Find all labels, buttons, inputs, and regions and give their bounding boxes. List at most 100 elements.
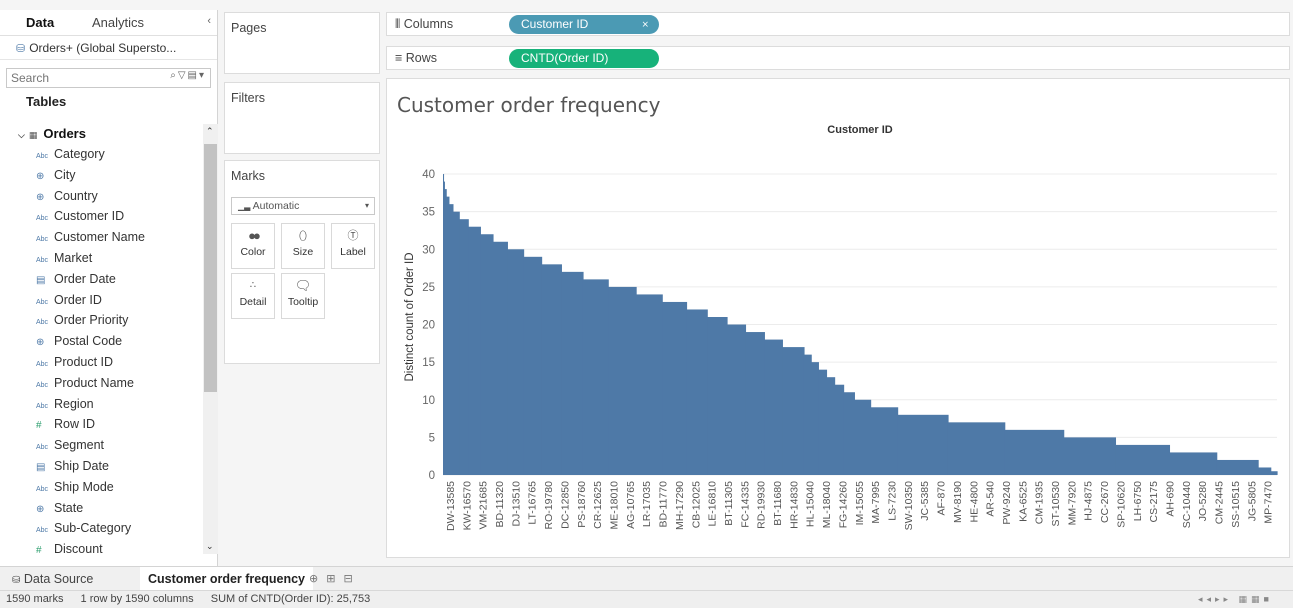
- table-orders[interactable]: ⌵ ▦ Orders: [0, 124, 203, 144]
- filters-shelf[interactable]: Filters: [224, 82, 380, 154]
- y-tick-label: 40: [422, 169, 435, 181]
- filter-icon[interactable]: ▽: [178, 70, 188, 81]
- calendar-icon: ▤: [36, 461, 46, 473]
- field-item[interactable]: Abc Customer Name: [0, 227, 203, 248]
- tooltip-button[interactable]: 🗨 Tooltip: [281, 273, 325, 319]
- cntd-order-id-pill[interactable]: CNTD(Order ID): [509, 49, 659, 68]
- field-label: Order Priority: [54, 313, 129, 328]
- rows-shelf[interactable]: ≡ Rows CNTD(Order ID): [386, 46, 1290, 70]
- field-list-scrollbar[interactable]: ⌃ ⌄: [203, 124, 218, 554]
- field-item[interactable]: ⊕ City: [0, 165, 203, 186]
- status-dimensions: 1 row by 1590 columns: [80, 593, 194, 605]
- tab-data-source[interactable]: ⛁ Data Source: [4, 567, 101, 591]
- tables-heading: Tables: [26, 94, 67, 109]
- x-tick-label: MV-8190: [952, 481, 964, 523]
- viz-area[interactable]: Customer order frequency Customer ID 0 5 10…: [386, 78, 1290, 558]
- datasource-item[interactable]: ⛁ Orders+ (Global Supersto...: [0, 36, 217, 60]
- mark-type-select[interactable]: ▁▃ Automatic ▾: [231, 197, 375, 215]
- bar-chart[interactable]: Customer ID 0 5 10 15 20 25 30 35 40 Distinct coun…: [387, 79, 1291, 559]
- expand-caret-icon[interactable]: ⌵: [18, 130, 25, 140]
- sort-descending-icon: ⨯: [641, 19, 649, 29]
- field-item[interactable]: ⊕ Country: [0, 186, 203, 207]
- bar: [826, 377, 836, 475]
- tab-data[interactable]: Data: [0, 10, 80, 36]
- field-label: Order Date: [54, 271, 116, 286]
- search-input[interactable]: [11, 71, 151, 85]
- field-item[interactable]: Abc Order Priority: [0, 310, 203, 331]
- field-item[interactable]: ⊕ State: [0, 498, 203, 519]
- tab-customer-order-frequency[interactable]: Customer order frequency: [140, 567, 313, 591]
- detail-label: Detail: [239, 296, 267, 308]
- status-marks: 1590 marks: [6, 593, 64, 605]
- field-item[interactable]: ▤ Ship Date: [0, 456, 203, 477]
- tab-analytics[interactable]: Analytics: [80, 10, 154, 36]
- rows-icon: ≡: [395, 51, 403, 65]
- x-tick-label: RO-19780: [543, 481, 555, 530]
- field-item[interactable]: Abc Region: [0, 394, 203, 415]
- field-item[interactable]: Abc Market: [0, 248, 203, 269]
- bar: [582, 279, 609, 475]
- size-label: Size: [292, 246, 314, 258]
- new-story-icon[interactable]: ⊟: [343, 573, 360, 585]
- x-tick-label: MH-17290: [674, 481, 686, 530]
- chevron-down-icon: ▾: [364, 201, 369, 210]
- field-item[interactable]: ⊕ Postal Code: [0, 331, 203, 352]
- scroll-up-icon[interactable]: ⌃: [206, 126, 214, 137]
- bar: [636, 294, 663, 475]
- x-tick-label: CB-12025: [690, 481, 702, 528]
- bar: [1169, 452, 1218, 475]
- color-label: Color: [240, 246, 266, 258]
- label-label: Label: [340, 246, 366, 258]
- datasource-label: Orders+ (Global Supersto...: [29, 41, 177, 55]
- x-tick-label: ML-18040: [821, 481, 833, 528]
- new-dashboard-icon[interactable]: ⊞: [326, 573, 343, 585]
- bar: [1270, 471, 1278, 475]
- columns-shelf[interactable]: ⫴ Columns Customer ID ⨯: [386, 12, 1290, 36]
- color-dots-icon: ●●: [248, 228, 261, 243]
- field-label: Customer ID: [54, 209, 125, 224]
- x-tick-label: CR-12625: [592, 481, 604, 529]
- label-button[interactable]: Ⓣ Label: [331, 223, 375, 269]
- field-label: Category: [54, 147, 105, 161]
- view-options-icon[interactable]: ▤▾: [188, 70, 206, 81]
- scroll-down-icon[interactable]: ⌄: [206, 541, 214, 552]
- new-worksheet-icon[interactable]: ⊕: [309, 573, 326, 585]
- new-sheet-icons[interactable]: ⊕⊞⊟: [309, 567, 361, 591]
- search-box[interactable]: ⌕▽▤▾: [6, 68, 211, 88]
- y-tick-label: 25: [422, 282, 435, 294]
- bar: [686, 309, 708, 475]
- field-item[interactable]: Abc Category: [0, 144, 203, 165]
- x-tick-label: FG-14260: [837, 481, 849, 528]
- size-button[interactable]: ⬯ Size: [281, 223, 325, 269]
- field-item[interactable]: Abc Order ID: [0, 290, 203, 311]
- rows-text: Rows: [405, 51, 438, 65]
- field-item[interactable]: Abc Product Name: [0, 373, 203, 394]
- field-item[interactable]: Abc Sub-Category: [0, 518, 203, 539]
- field-item[interactable]: # Discount: [0, 539, 203, 554]
- color-button[interactable]: ●● Color: [231, 223, 275, 269]
- customer-id-pill[interactable]: Customer ID ⨯: [509, 15, 659, 34]
- database-icon: ⛁: [12, 575, 21, 586]
- search-tools[interactable]: ⌕▽▤▾: [170, 70, 206, 81]
- view-nav-icons[interactable]: ◂◂▸▸ ▦▦■: [1198, 591, 1273, 608]
- field-item[interactable]: Abc Customer ID: [0, 206, 203, 227]
- x-tick-label: HR-14830: [788, 481, 800, 529]
- scroll-thumb[interactable]: [204, 144, 217, 392]
- search-icon[interactable]: ⌕: [170, 70, 178, 81]
- size-icon: ⬯: [298, 228, 308, 243]
- field-item[interactable]: Abc Product ID: [0, 352, 203, 373]
- x-tick-label: PW-9240: [1001, 481, 1013, 525]
- y-axis-label: Distinct count of Order ID: [404, 252, 416, 381]
- collapse-pane-icon[interactable]: ‹: [207, 15, 211, 27]
- field-item[interactable]: Abc Segment: [0, 435, 203, 456]
- table-name: Orders: [43, 126, 86, 141]
- bar: [870, 407, 899, 475]
- bar: [1063, 437, 1117, 475]
- field-item[interactable]: # Row ID: [0, 414, 203, 435]
- pages-shelf[interactable]: Pages: [224, 12, 380, 74]
- x-tick-label: ME-18010: [608, 481, 620, 530]
- detail-button[interactable]: ∴ Detail: [231, 273, 275, 319]
- field-item[interactable]: ▤ Order Date: [0, 269, 203, 290]
- x-tick-label: LT-16765: [527, 481, 539, 525]
- field-item[interactable]: Abc Ship Mode: [0, 477, 203, 498]
